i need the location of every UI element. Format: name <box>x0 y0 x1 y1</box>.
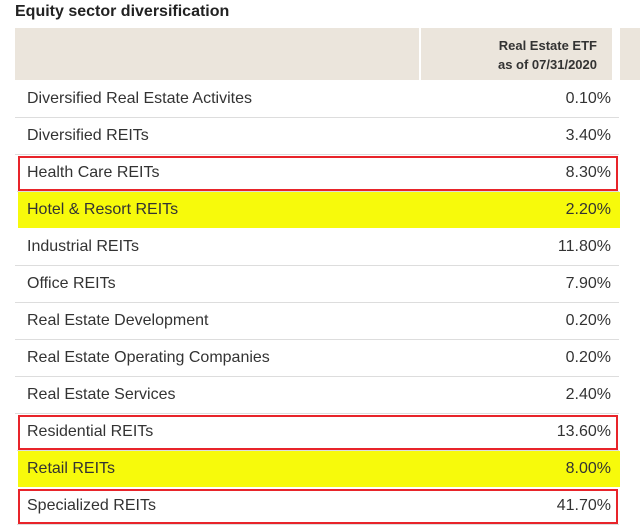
sector-name: Real Estate Development <box>27 312 209 329</box>
sector-percentage: 3.40% <box>565 127 611 144</box>
section-title: Equity sector diversification <box>15 3 230 20</box>
sector-name: Residential REITs <box>27 423 154 440</box>
table-row: Diversified Real Estate Activites 0.10% <box>15 81 619 118</box>
table-row: Industrial REITs 11.80% <box>15 229 619 266</box>
sector-name: Industrial REITs <box>27 238 140 255</box>
sector-name: Health Care REITs <box>27 164 160 181</box>
sector-percentage: 7.90% <box>565 275 611 292</box>
column-header-real-estate-etf: Real Estate ETF as of 07/31/2020 <box>498 36 597 74</box>
column-divider <box>419 28 421 80</box>
sector-percentage: 8.00% <box>565 460 611 477</box>
table-row: Diversified REITs 3.40% <box>15 118 619 155</box>
table-row: Real Estate Operating Companies 0.20% <box>15 340 619 377</box>
sector-name: Retail REITs <box>27 460 116 477</box>
sector-name: Office REITs <box>27 275 116 292</box>
sector-name: Real Estate Operating Companies <box>27 349 270 366</box>
sector-percentage: 0.10% <box>565 90 611 107</box>
column-header-date: as of 07/31/2020 <box>497 57 597 72</box>
table-row: Real Estate Services 2.40% <box>15 377 619 414</box>
sector-percentage: 0.20% <box>565 312 611 329</box>
table-row: Specialized REITs 41.70% <box>17 488 619 525</box>
sector-name: Diversified Real Estate Activites <box>27 90 252 107</box>
sector-name: Real Estate Services <box>27 386 176 403</box>
sector-percentage: 41.70% <box>556 497 611 514</box>
table-row: Hotel & Resort REITs 2.20% <box>18 192 620 229</box>
sector-percentage: 0.20% <box>565 349 611 366</box>
table-header: Real Estate ETF as of 07/31/2020 <box>15 28 640 80</box>
sector-percentage: 8.30% <box>565 164 611 181</box>
sector-name: Hotel & Resort REITs <box>27 201 179 218</box>
column-header-line1: Real Estate ETF <box>498 38 597 53</box>
table-row: Office REITs 7.90% <box>15 266 619 303</box>
sector-percentage: 11.80% <box>557 238 611 255</box>
table-row: Health Care REITs 8.30% <box>17 155 619 192</box>
table-row: Retail REITs 8.00% <box>18 451 620 488</box>
sector-percentage: 13.60% <box>556 423 611 440</box>
sector-name: Specialized REITs <box>27 497 156 514</box>
sector-name: Diversified REITs <box>27 127 149 144</box>
sector-percentage: 2.20% <box>565 201 611 218</box>
column-divider <box>612 28 620 80</box>
sector-percentage: 2.40% <box>565 386 611 403</box>
table-row: Real Estate Development 0.20% <box>15 303 619 340</box>
table-row: Residential REITs 13.60% <box>17 414 619 451</box>
